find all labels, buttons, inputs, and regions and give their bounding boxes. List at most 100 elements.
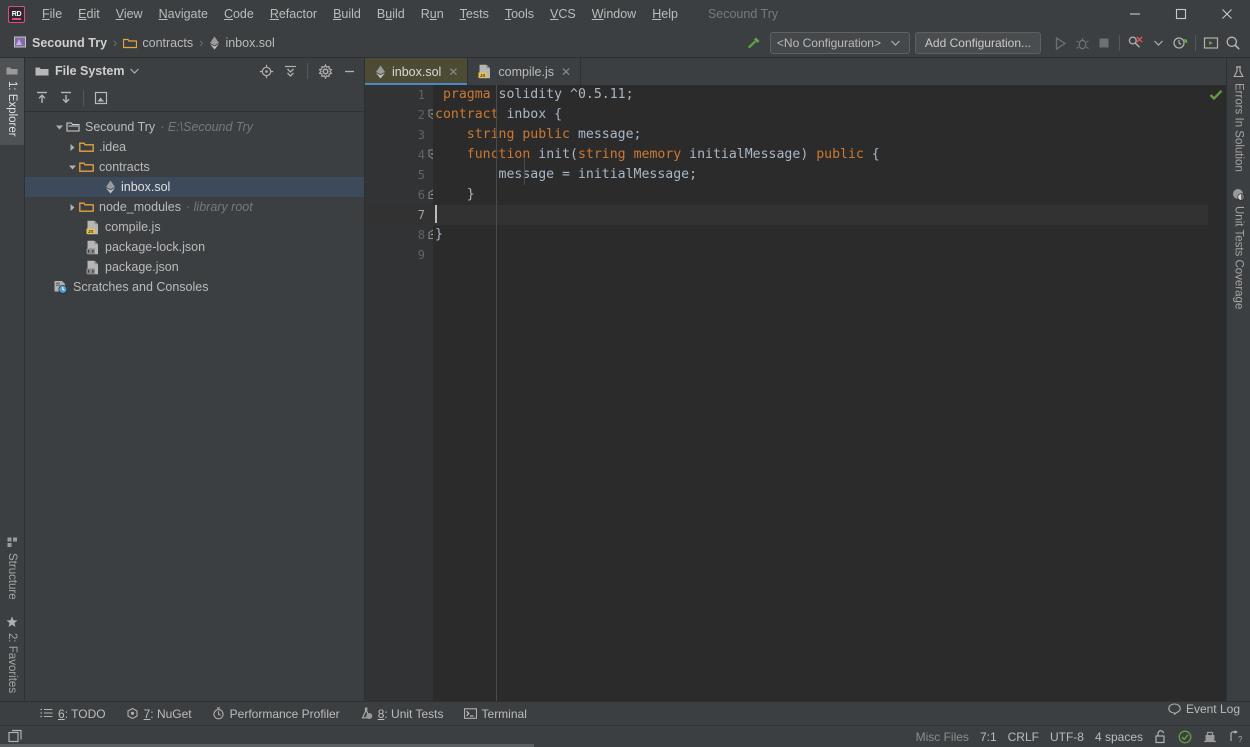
run-inspection-button[interactable] — [1124, 32, 1147, 54]
editor-tab-label: compile.js — [498, 64, 554, 79]
tree-row-inbox-sol[interactable]: inbox.sol — [25, 177, 364, 197]
menu-run[interactable]: Run — [413, 3, 452, 25]
chevron-down-icon[interactable] — [130, 68, 140, 74]
ide-window: RD File Edit View Navigate Code Refactor… — [0, 0, 1250, 747]
interpreter-icon[interactable] — [1203, 730, 1217, 744]
upload-icon[interactable] — [31, 87, 53, 109]
tool-window-performance-profiler[interactable]: Performance Profiler — [202, 704, 350, 724]
tool-window-nuget[interactable]: 7: NuGet — [116, 704, 202, 724]
line-number: 6 — [365, 185, 439, 205]
window-close-button[interactable] — [1204, 0, 1250, 28]
tree-row-package-lock-json[interactable]: package-lock.json — [25, 237, 364, 257]
inspection-dropdown[interactable] — [1147, 32, 1169, 54]
file-type-indicator[interactable]: Misc Files — [916, 730, 969, 744]
toolbar-separator — [1195, 35, 1196, 51]
sidebar-item-structure[interactable]: Structure — [0, 529, 24, 608]
close-icon[interactable]: ✕ — [447, 66, 459, 78]
sidebar-item-errors-in-solution[interactable]: Errors In Solution — [1227, 58, 1250, 180]
menu-code[interactable]: Code — [216, 3, 262, 25]
tree-row-idea[interactable]: .idea — [25, 137, 364, 157]
menu-refactor[interactable]: Refactor — [262, 3, 325, 25]
menu-tools[interactable]: Tools — [497, 3, 542, 25]
menu-build-2[interactable]: Build — [369, 3, 413, 25]
add-configuration-button[interactable]: Add Configuration... — [914, 32, 1041, 54]
sidebar-item-unit-tests-coverage[interactable]: Unit Tests Coverage — [1227, 180, 1250, 317]
menu-build[interactable]: Build — [325, 3, 369, 25]
debug-button[interactable] — [1071, 32, 1093, 54]
sidebar-item-favorites[interactable]: 2: Favorites — [0, 608, 24, 701]
tree-item-label: compile.js — [105, 220, 161, 234]
unlock-icon[interactable] — [1154, 729, 1167, 744]
branch-question-icon[interactable]: ? — [1228, 729, 1242, 744]
settings-gear-icon[interactable] — [314, 60, 336, 82]
collapse-all-icon[interactable] — [279, 60, 301, 82]
window-maximize-button[interactable] — [1158, 0, 1204, 28]
tree-row-scratches[interactable]: Scratches and Consoles — [25, 277, 364, 297]
tool-window-label: 8: Unit Tests — [377, 706, 444, 721]
folder-icon — [79, 201, 94, 213]
editor-tab-inbox-sol[interactable]: inbox.sol ✕ — [365, 58, 469, 85]
breadcrumb-item-project[interactable]: Secound Try — [10, 34, 111, 52]
chevron-right-icon[interactable] — [66, 143, 79, 152]
stop-button[interactable] — [1093, 32, 1115, 54]
tool-window-unit-tests[interactable]: 8: Unit Tests — [350, 704, 454, 724]
green-check-circle-icon[interactable] — [1178, 730, 1192, 744]
menu-navigate[interactable]: Navigate — [151, 3, 216, 25]
terminal-run-button[interactable] — [1200, 32, 1222, 54]
tree-row-contracts[interactable]: contracts — [25, 157, 364, 177]
star-icon — [6, 616, 18, 628]
indent-indicator[interactable]: 4 spaces — [1095, 730, 1143, 744]
svg-text:JS: JS — [88, 228, 94, 233]
breadcrumb-item-contracts[interactable]: contracts — [119, 34, 197, 52]
editor-marker-bar[interactable] — [1208, 85, 1226, 701]
build-button[interactable] — [742, 32, 765, 54]
tool-window-todo[interactable]: 6: TODO — [30, 704, 116, 724]
event-log-button[interactable]: Event Log — [1168, 702, 1240, 716]
tool-window-terminal[interactable]: Terminal — [454, 704, 537, 724]
add-configuration-label: Add Configuration... — [924, 36, 1031, 50]
tree-row-package-json[interactable]: package.json — [25, 257, 364, 277]
menu-window[interactable]: Window — [584, 3, 644, 25]
breadcrumb-item-file[interactable]: inbox.sol — [205, 34, 278, 52]
tree-item-label: .idea — [99, 140, 127, 154]
chevron-down-icon[interactable] — [53, 123, 66, 132]
menu-view[interactable]: View — [108, 3, 151, 25]
caret-position-indicator[interactable]: 7:1 — [980, 730, 997, 744]
chevron-down-icon[interactable] — [66, 163, 79, 172]
update-project-button[interactable] — [1169, 32, 1191, 54]
editor-gutter[interactable]: 1 2 3 4 5 6 7 8 9 — [365, 85, 439, 701]
editor-tab-compile-js[interactable]: JS compile.js ✕ — [468, 58, 582, 85]
menu-edit[interactable]: Edit — [70, 3, 108, 25]
chevron-right-icon[interactable] — [66, 203, 79, 212]
window-minimize-button[interactable] — [1112, 0, 1158, 28]
green-check-icon[interactable] — [1209, 89, 1223, 101]
code-editor[interactable]: 1 2 3 4 5 6 7 8 9 pragma solidity ^0.5.1… — [365, 85, 1226, 701]
tree-row-compile-js[interactable]: JS compile.js — [25, 217, 364, 237]
line-separator-indicator[interactable]: CRLF — [1008, 730, 1039, 744]
sidebar-item-explorer[interactable]: 1: Explorer — [0, 58, 24, 145]
run-configuration-selector[interactable]: <No Configuration> — [769, 32, 910, 54]
event-log-label: Event Log — [1185, 702, 1240, 716]
compare-icon[interactable] — [90, 87, 112, 109]
encoding-indicator[interactable]: UTF-8 — [1050, 730, 1084, 744]
project-panel-toolbar — [25, 84, 364, 112]
profiler-icon — [212, 707, 225, 720]
hide-panel-icon[interactable] — [338, 60, 360, 82]
search-everywhere-button[interactable] — [1222, 32, 1244, 54]
tree-item-label: inbox.sol — [121, 180, 171, 194]
menu-help[interactable]: Help — [644, 3, 686, 25]
menu-file[interactable]: File — [34, 3, 70, 25]
code-text-area[interactable]: pragma solidity ^0.5.11; contract inbox … — [433, 85, 1208, 701]
tree-row-node-modules[interactable]: node_modules · library root — [25, 197, 364, 217]
locate-icon[interactable] — [255, 60, 277, 82]
close-icon[interactable]: ✕ — [560, 66, 572, 78]
tree-item-label: package.json — [105, 260, 179, 274]
toggle-toolwindows-icon[interactable] — [8, 729, 23, 744]
menu-vcs[interactable]: VCS — [542, 3, 584, 25]
download-icon[interactable] — [55, 87, 77, 109]
todo-list-icon — [40, 708, 53, 719]
sidebar-item-label: Unit Tests Coverage — [1232, 205, 1245, 310]
menu-tests[interactable]: Tests — [452, 3, 497, 25]
tree-row-root[interactable]: Secound Try · E:\Secound Try — [25, 117, 364, 137]
run-button[interactable] — [1049, 32, 1071, 54]
